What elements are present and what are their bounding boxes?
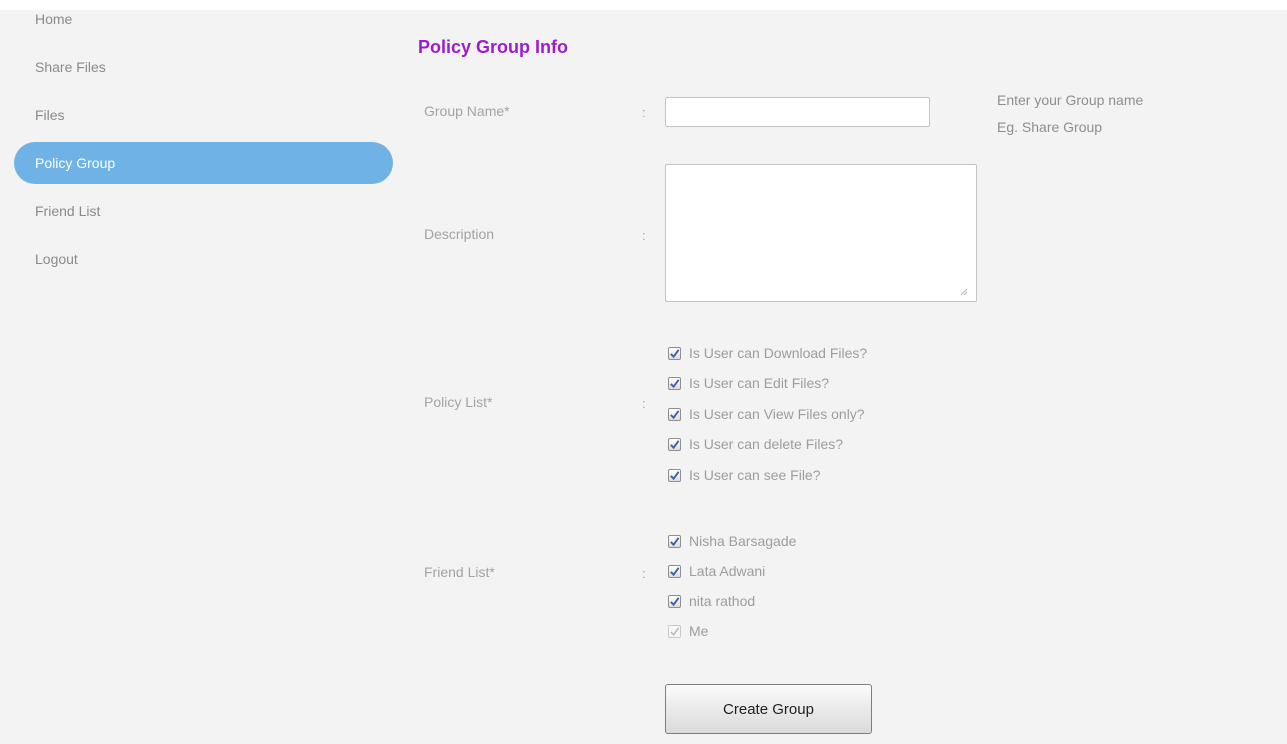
policy-list-label: Policy List* bbox=[424, 394, 493, 410]
sidebar-item-label: Share Files bbox=[35, 59, 106, 75]
colon-separator: : bbox=[642, 396, 646, 411]
sidebar-item-home[interactable]: Home bbox=[14, 0, 393, 40]
friend-option-nisha-barsagade[interactable]: Nisha Barsagade bbox=[668, 531, 796, 551]
sidebar-item-label: Home bbox=[35, 11, 73, 27]
sidebar-item-label: Friend List bbox=[35, 203, 101, 219]
checkbox[interactable] bbox=[668, 594, 681, 608]
page-background: Home Share Files Files Policy Group Frie… bbox=[0, 10, 1287, 744]
sidebar-item-label: Policy Group bbox=[35, 155, 116, 171]
friend-option-lata-adwani[interactable]: Lata Adwani bbox=[668, 561, 765, 581]
group-name-hint: Enter your Group name bbox=[997, 92, 1144, 108]
checkmark-icon bbox=[670, 378, 680, 388]
policy-option-see[interactable]: Is User can see File? bbox=[668, 465, 821, 485]
policy-option-edit[interactable]: Is User can Edit Files? bbox=[668, 373, 829, 393]
friend-list-label: Friend List* bbox=[424, 564, 495, 580]
checkmark-icon bbox=[670, 566, 680, 576]
friend-option-me: Me bbox=[668, 621, 708, 641]
policy-option-view-only[interactable]: Is User can View Files only? bbox=[668, 404, 865, 424]
checkbox[interactable] bbox=[668, 376, 681, 390]
checkbox[interactable] bbox=[668, 437, 681, 451]
checkbox[interactable] bbox=[668, 564, 681, 578]
sidebar-item-share-files[interactable]: Share Files bbox=[14, 46, 393, 88]
group-name-input[interactable] bbox=[665, 97, 930, 127]
sidebar-item-label: Logout bbox=[35, 251, 78, 267]
friend-option-label: Nisha Barsagade bbox=[689, 533, 797, 549]
checkbox[interactable] bbox=[668, 407, 681, 421]
create-group-button[interactable]: Create Group bbox=[665, 684, 872, 734]
checkmark-icon bbox=[670, 348, 680, 358]
sidebar-item-logout[interactable]: Logout bbox=[14, 238, 393, 280]
checkbox[interactable] bbox=[668, 534, 681, 548]
description-label: Description bbox=[424, 226, 495, 242]
sidebar-nav: Home Share Files Files Policy Group Frie… bbox=[0, 10, 400, 744]
policy-option-label: Is User can Edit Files? bbox=[689, 375, 830, 391]
checkbox[interactable] bbox=[668, 346, 681, 360]
sidebar-item-policy-group[interactable]: Policy Group bbox=[14, 142, 393, 184]
policy-option-label: Is User can delete Files? bbox=[689, 436, 844, 452]
sidebar-item-friend-list[interactable]: Friend List bbox=[14, 190, 393, 232]
friend-option-nita-rathod[interactable]: nita rathod bbox=[668, 591, 755, 611]
checkbox[interactable] bbox=[668, 468, 681, 482]
policy-option-download[interactable]: Is User can Download Files? bbox=[668, 343, 867, 363]
friend-option-label: Me bbox=[689, 623, 709, 639]
sidebar-item-label: Files bbox=[35, 107, 65, 123]
colon-separator: : bbox=[642, 105, 646, 120]
checkmark-icon bbox=[670, 409, 680, 419]
friend-option-label: Lata Adwani bbox=[689, 563, 766, 579]
checkbox-disabled bbox=[668, 624, 681, 638]
checkmark-icon bbox=[670, 536, 680, 546]
friend-option-label: nita rathod bbox=[689, 593, 756, 609]
group-name-example: Eg. Share Group bbox=[997, 119, 1103, 135]
colon-separator: : bbox=[642, 566, 646, 581]
checkmark-icon bbox=[670, 439, 680, 449]
policy-option-label: Is User can View Files only? bbox=[689, 406, 865, 422]
policy-option-label: Is User can Download Files? bbox=[689, 345, 868, 361]
policy-option-label: Is User can see File? bbox=[689, 467, 821, 483]
form-title: Policy Group Info bbox=[418, 37, 569, 57]
checkmark-icon bbox=[670, 596, 680, 606]
sidebar-item-files[interactable]: Files bbox=[14, 94, 393, 136]
group-name-label: Group Name* bbox=[424, 103, 510, 119]
description-textarea[interactable] bbox=[665, 164, 977, 302]
colon-separator: : bbox=[642, 228, 646, 243]
policy-option-delete[interactable]: Is User can delete Files? bbox=[668, 434, 843, 454]
checkmark-icon bbox=[670, 470, 680, 480]
checkmark-icon bbox=[670, 626, 680, 636]
